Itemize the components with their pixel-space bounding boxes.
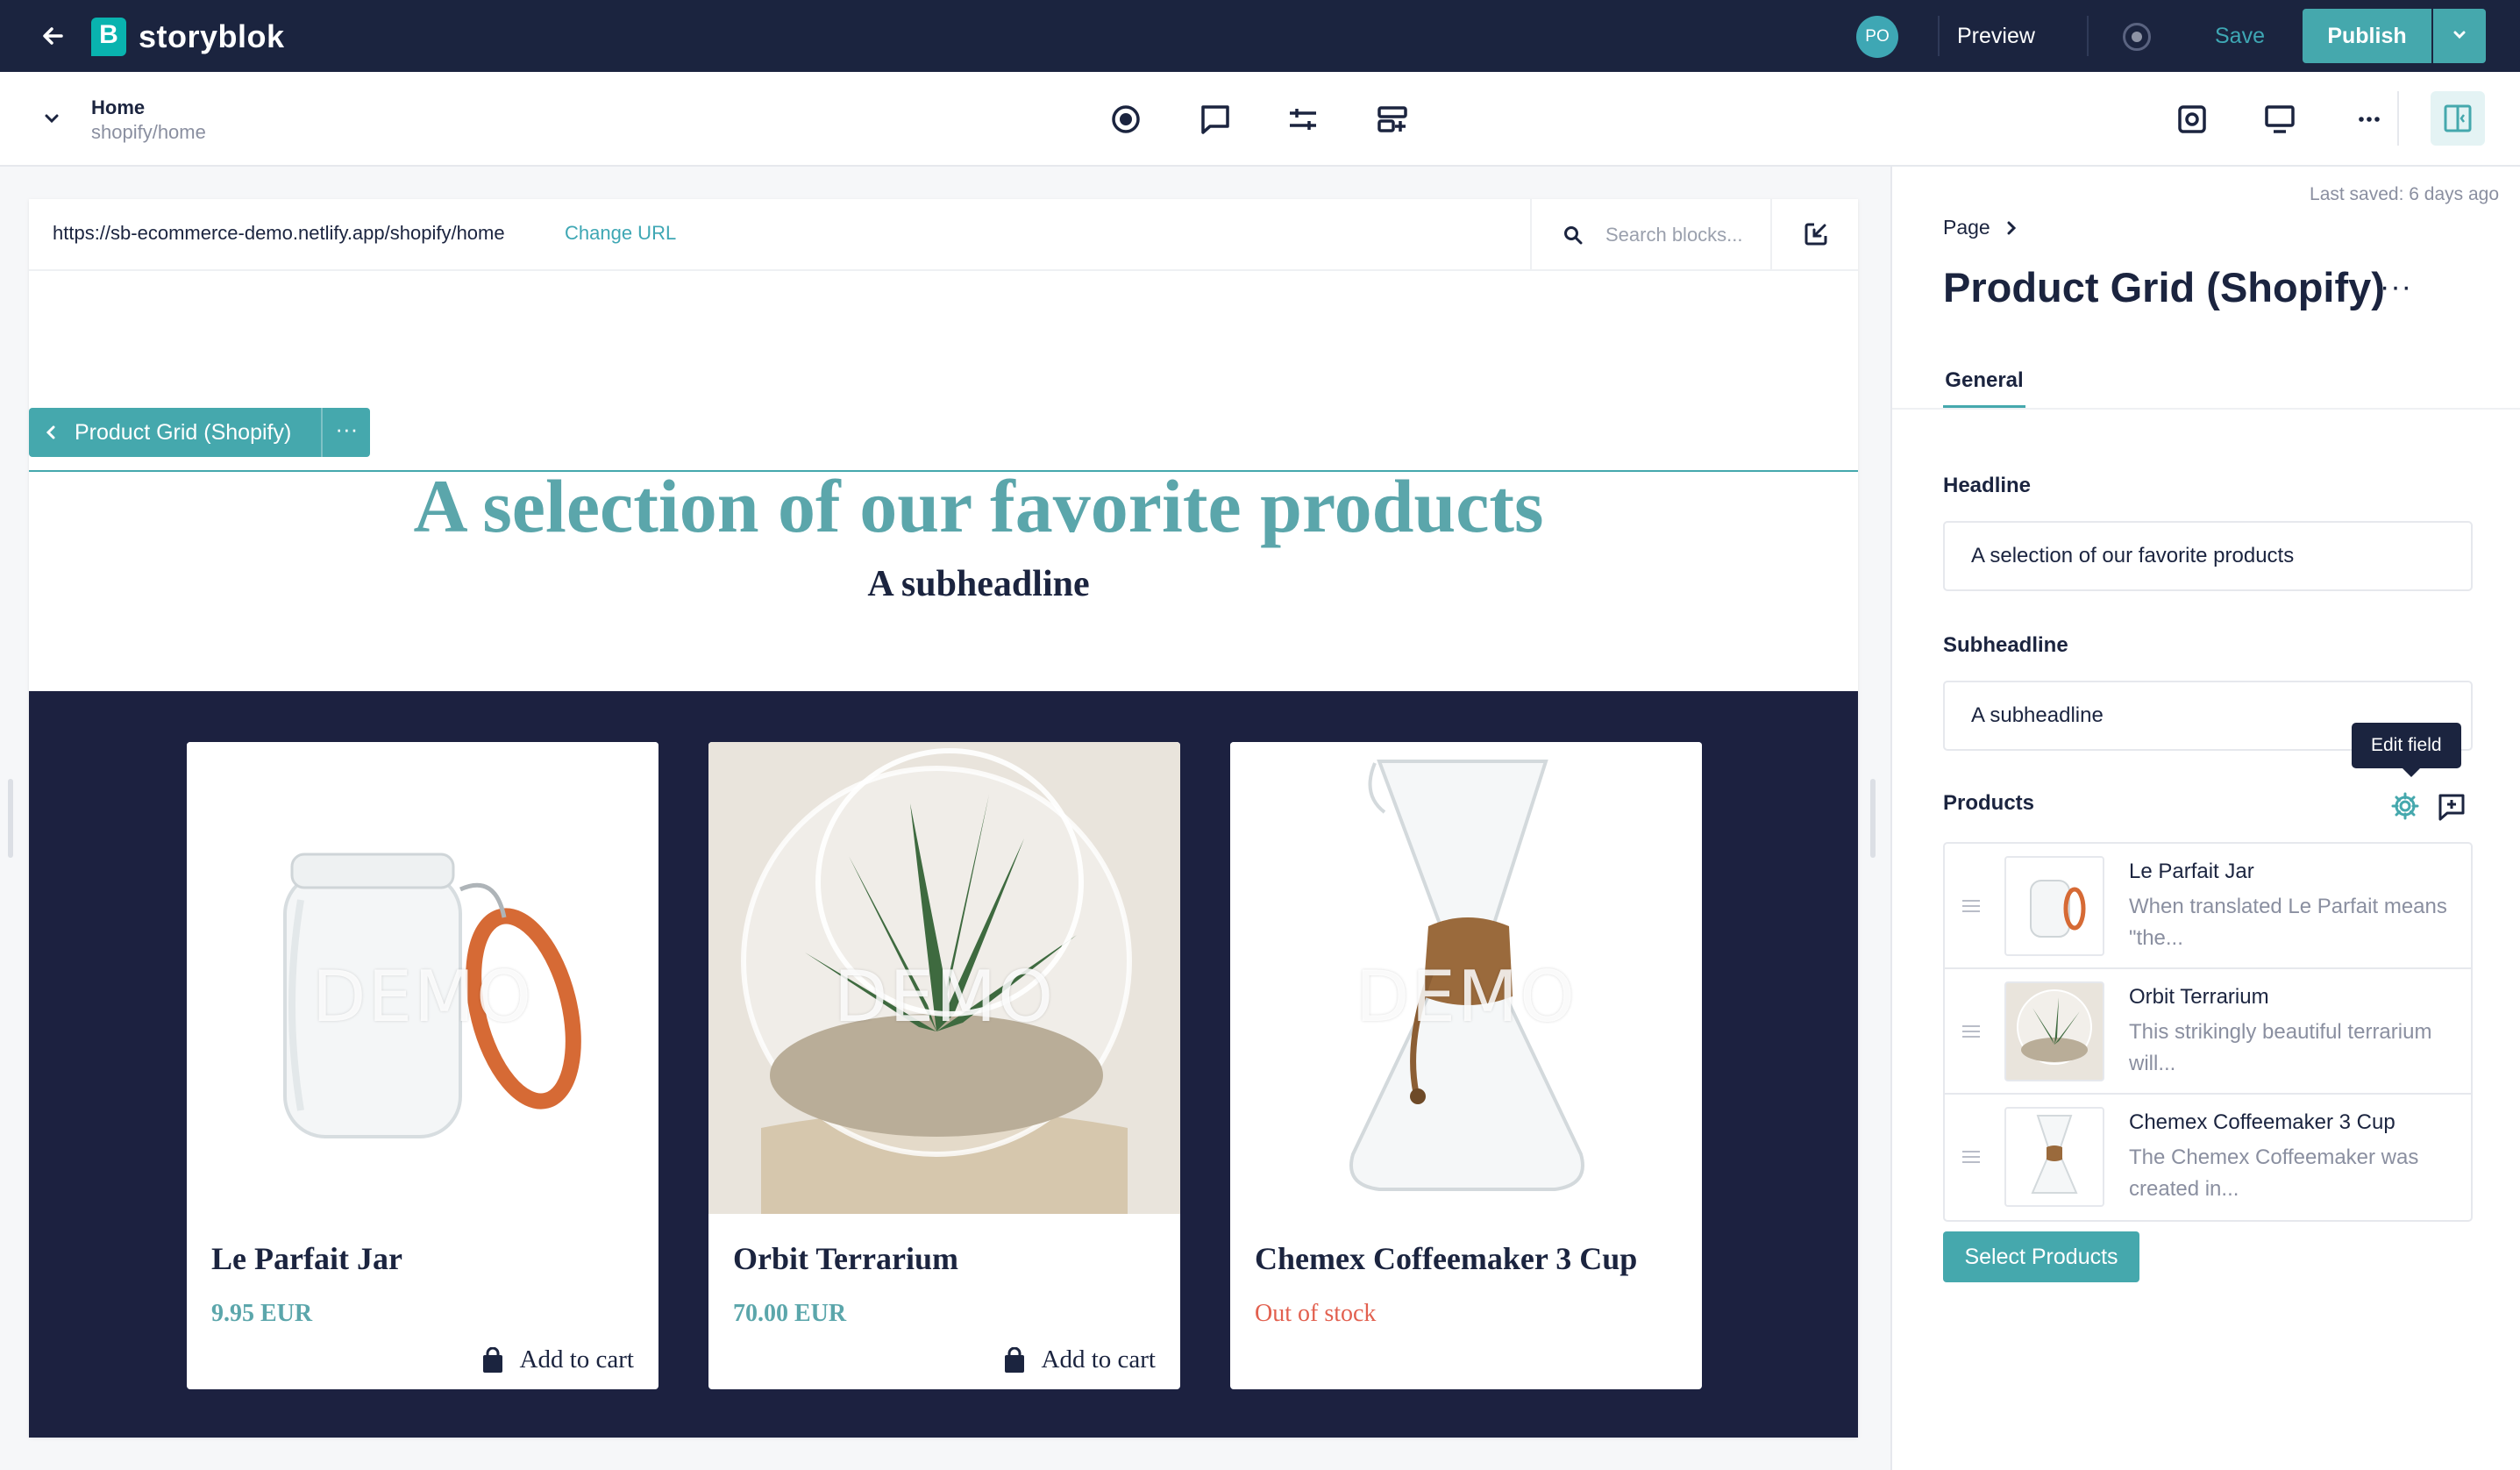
divider [1938, 16, 1940, 56]
url-bar: https://sb-ecommerce-demo.netlify.app/sh… [29, 199, 1858, 271]
user-avatar[interactable]: PO [1856, 16, 1898, 58]
story-slug: shopify/home [91, 121, 206, 143]
comment-icon[interactable] [1196, 100, 1235, 139]
drag-handle-icon[interactable] [1962, 1025, 1980, 1041]
add-block-icon[interactable] [1373, 100, 1412, 139]
product-image-chemex: DEMO [1230, 742, 1702, 1214]
product-name: Chemex Coffeemaker 3 Cup [1255, 1241, 1638, 1276]
preview-subheadline[interactable]: A subheadline [29, 563, 1858, 605]
resize-handle-left[interactable] [8, 779, 13, 858]
tab-general[interactable]: General [1943, 368, 2025, 409]
product-name: Orbit Terrarium [733, 1241, 958, 1276]
chevron-right-icon [2007, 221, 2016, 234]
preview-frame: https://sb-ecommerce-demo.netlify.app/sh… [29, 199, 1858, 1438]
brand-name: storyblok [139, 18, 285, 54]
open-external-icon [1805, 223, 1827, 246]
product-thumbnail [2004, 981, 2104, 1081]
story-menu-chevron-icon[interactable] [42, 109, 61, 132]
products-label: Products [1943, 791, 2035, 815]
add-to-cart-label: Add to cart [519, 1345, 634, 1374]
add-to-cart-button[interactable]: Add to cart [481, 1345, 634, 1374]
product-name: Chemex Coffeemaker 3 Cup [2129, 1110, 2395, 1134]
drag-handle-icon[interactable] [1962, 1151, 1980, 1167]
publish-button[interactable]: Publish [2303, 9, 2431, 63]
subheadline-label: Subheadline [1943, 633, 2068, 657]
resize-handle-right[interactable] [1870, 779, 1876, 858]
product-thumbnail [2004, 856, 2104, 956]
headline-field[interactable]: A selection of our favorite products [1943, 521, 2473, 591]
block-label-text: Product Grid (Shopify) [75, 420, 292, 445]
products-list: Le Parfait Jar When translated Le Parfai… [1943, 842, 2473, 1222]
publish-options-button[interactable] [2433, 9, 2486, 63]
last-saved-text: Last saved: 6 days ago [2310, 184, 2499, 204]
panel-title: Product Grid (Shopify) [1943, 264, 2385, 310]
list-item[interactable]: Chemex Coffeemaker 3 Cup The Chemex Coff… [1945, 1095, 2471, 1220]
search-input[interactable]: Search blocks... [1605, 224, 1743, 246]
block-label-name[interactable]: Product Grid (Shopify) [29, 408, 322, 457]
headline-label: Headline [1943, 474, 2032, 497]
list-item[interactable]: Le Parfait Jar When translated Le Parfai… [1945, 844, 2471, 969]
chevron-down-icon [2453, 31, 2466, 39]
add-to-cart-button[interactable]: Add to cart [1003, 1345, 1156, 1374]
more-icon[interactable] [2350, 100, 2388, 139]
back-arrow-icon[interactable] [37, 19, 70, 53]
divider [2397, 91, 2399, 146]
desktop-icon[interactable] [2260, 100, 2299, 139]
open-in-new-button[interactable] [1770, 199, 1858, 271]
demo-watermark: DEMO [1355, 956, 1577, 1038]
target-icon[interactable] [1107, 100, 1145, 139]
product-name: Orbit Terrarium [2129, 985, 2269, 1009]
preview-url: https://sb-ecommerce-demo.netlify.app/sh… [53, 222, 505, 244]
preview-headline[interactable]: A selection of our favorite products [29, 462, 1858, 550]
preview-button[interactable]: Preview [1957, 19, 2035, 53]
demo-watermark: DEMO [833, 956, 1056, 1038]
block-editor-panel: Last saved: 6 days ago Page Product Grid… [1890, 167, 2520, 1470]
top-bar: B storyblok PO Preview Save Publish [0, 0, 2520, 72]
block-more-button[interactable]: ··· [321, 408, 371, 457]
status-indicator-icon[interactable] [2123, 23, 2151, 51]
editor-toolbar: Home shopify/home [0, 72, 2520, 167]
demo-watermark: DEMO [311, 956, 534, 1038]
product-card[interactable]: DEMO Orbit Terrarium 70.00 EUR Add to ca… [708, 742, 1180, 1389]
edit-field-tooltip: Edit field [2352, 723, 2461, 777]
story-title: Home [91, 96, 146, 118]
select-products-button[interactable]: Select Products [1943, 1231, 2139, 1282]
drag-handle-icon[interactable] [1962, 900, 1980, 916]
product-price: 70.00 EUR [733, 1300, 847, 1327]
shopping-bag-icon [1004, 1346, 1024, 1373]
breadcrumb-page[interactable]: Page [1943, 216, 1990, 239]
product-description: When translated Le Parfait means "the... [2129, 895, 2447, 950]
block-search[interactable]: Search blocks... [1530, 199, 1770, 271]
add-comment-icon[interactable] [2436, 791, 2467, 823]
shopping-bag-icon [482, 1346, 502, 1373]
toggle-panel-icon[interactable] [2431, 91, 2485, 146]
product-name: Le Parfait Jar [2129, 860, 2254, 883]
sliders-icon[interactable] [1284, 100, 1322, 139]
list-item[interactable]: Orbit Terrarium This strikingly beautifu… [1945, 969, 2471, 1095]
change-url-link[interactable]: Change URL [565, 222, 676, 245]
screenshot-icon[interactable] [2173, 100, 2211, 139]
product-price: 9.95 EUR [211, 1300, 313, 1327]
product-image-terrarium: DEMO [708, 742, 1180, 1214]
panel-more-button[interactable]: ··· [2380, 270, 2412, 304]
product-description: This strikingly beautiful terrarium will… [2129, 1020, 2432, 1075]
product-image-jar: DEMO [187, 742, 658, 1214]
product-card[interactable]: DEMO Le Parfait Jar 9.95 EUR Add to cart [187, 742, 658, 1389]
add-to-cart-label: Add to cart [1041, 1345, 1156, 1374]
product-card[interactable]: DEMO Chemex Coffeemaker 3 Cup Out of sto… [1230, 742, 1702, 1389]
save-button[interactable]: Save [2215, 19, 2265, 53]
breadcrumb[interactable]: Page [1943, 216, 2017, 239]
out-of-stock-label: Out of stock [1255, 1300, 1377, 1327]
product-description: The Chemex Coffeemaker was created in... [2129, 1145, 2419, 1201]
block-label[interactable]: Product Grid (Shopify) ··· [29, 408, 371, 457]
tabs-divider [1892, 408, 2520, 410]
divider [2087, 16, 2089, 56]
storyblok-logo-icon: B [91, 18, 126, 56]
gear-icon[interactable] [2390, 791, 2420, 821]
chevron-left-icon [46, 425, 55, 439]
search-icon [1564, 226, 1583, 245]
storyblok-logo: B storyblok [91, 18, 285, 56]
product-thumbnail [2004, 1107, 2104, 1207]
product-name: Le Parfait Jar [211, 1241, 402, 1276]
